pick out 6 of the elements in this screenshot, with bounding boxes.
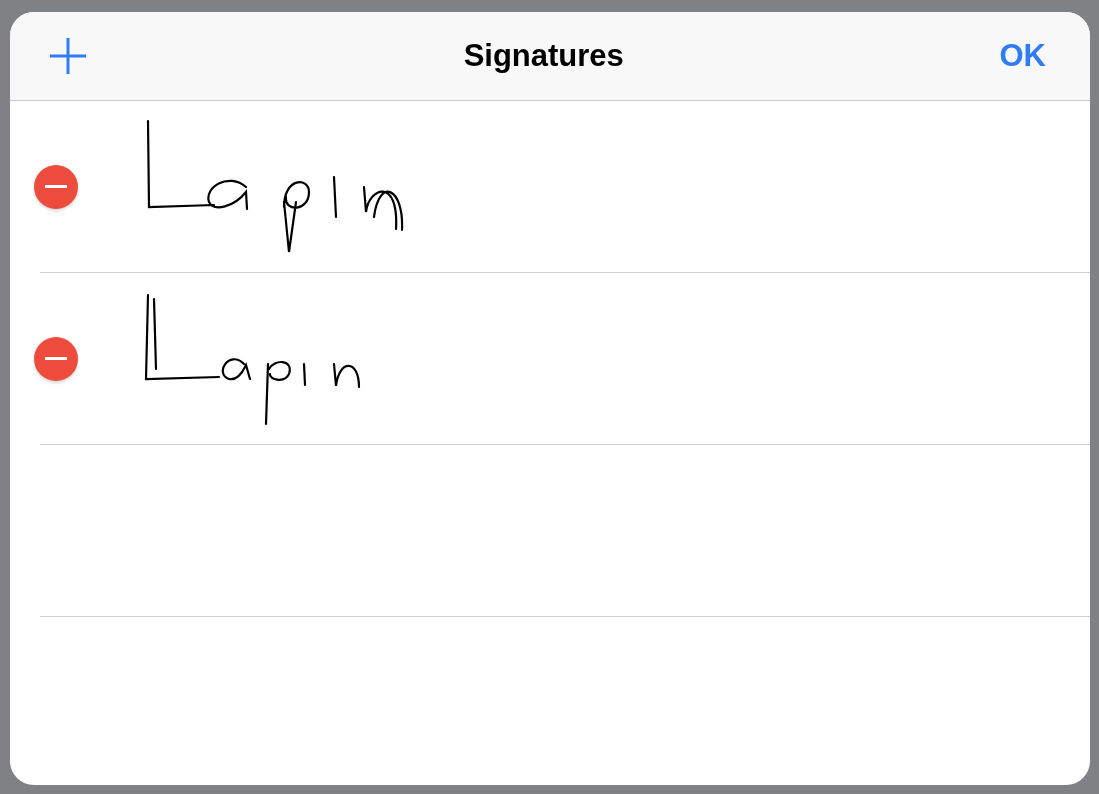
add-button[interactable] — [48, 36, 88, 76]
dialog-title: Signatures — [463, 38, 624, 74]
plus-icon — [48, 36, 88, 76]
ok-button[interactable]: OK — [999, 38, 1046, 74]
delete-button[interactable] — [34, 336, 78, 381]
delete-button[interactable] — [34, 164, 78, 209]
